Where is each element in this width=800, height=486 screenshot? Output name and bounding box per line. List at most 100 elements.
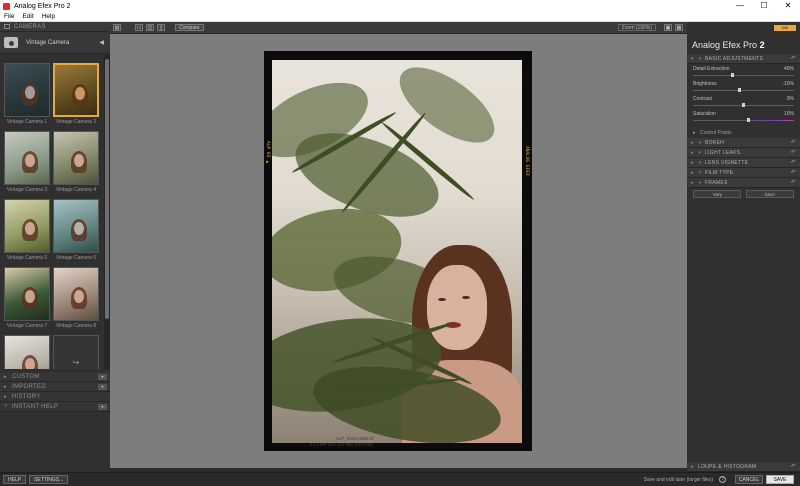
slider-handle[interactable] — [742, 103, 745, 107]
app-title: Analog Efex Pro 2 — [692, 40, 765, 50]
section-custom[interactable]: ▸ CUSTOM ▾ — [0, 372, 110, 382]
scrollbar-thumb[interactable] — [105, 59, 109, 319]
image-canvas[interactable]: ALP 03 ▶ ANALOG EFEX ALP_0333-0480.tif 2… — [110, 34, 687, 468]
cancel-button[interactable]: CANCEL — [735, 475, 763, 484]
preset-thumbnail[interactable]: Vintage Camera 1 — [4, 63, 50, 125]
preset-thumbnail-selected[interactable]: Vintage Camera 2 — [53, 63, 99, 125]
zoom-select[interactable]: Zoom (100%) — [617, 24, 656, 31]
left-sections: ▸ CUSTOM ▾ ▸ IMPORTED ▾ ▸ HISTORY ? INST… — [0, 372, 110, 412]
maximize-button[interactable]: ☐ — [752, 0, 776, 12]
save-note: Save and edit later (larger files) — [643, 476, 713, 483]
help-button[interactable]: HELP — [3, 475, 27, 484]
camera-icon — [4, 37, 18, 48]
enable-check-icon[interactable]: ✓ — [698, 180, 705, 186]
loupe-section: ▸ LOUPE & HISTOGRAM ↶ — [687, 462, 800, 472]
reset-icon[interactable]: ↶ — [791, 463, 796, 470]
save-button[interactable]: SAVE — [766, 475, 794, 484]
menu-bar: File Edit Help — [0, 12, 800, 22]
reset-icon[interactable]: ↶ — [791, 55, 796, 62]
enable-check-icon[interactable]: ✓ — [698, 56, 705, 62]
save-frame-button[interactable]: Save — [745, 190, 794, 198]
slider-handle[interactable] — [738, 88, 741, 92]
menu-edit[interactable]: Edit — [22, 13, 33, 20]
menu-help[interactable]: Help — [42, 13, 55, 20]
section-lens-vignette[interactable]: ▸ ✓ LENS VIGNETTE ↶ — [687, 158, 800, 168]
side-by-side-icon[interactable]: ▯ — [157, 24, 165, 31]
slider-contrast[interactable]: Contrast 0% — [687, 94, 800, 109]
preview-image — [272, 60, 522, 443]
settings-button[interactable]: SETTINGS... — [29, 475, 69, 484]
chevron-right-icon: ▸ — [691, 139, 694, 146]
slider-handle[interactable] — [747, 118, 750, 122]
chevron-left-icon[interactable]: ◀ — [99, 39, 104, 46]
vary-button[interactable]: Vary — [693, 190, 742, 198]
image-caption: ALP_0333-0480.tif 24.2 MP ISO 100 NIK KA… — [310, 436, 373, 447]
section-film-type[interactable]: ▸ ✓ FILM TYPE ↶ — [687, 168, 800, 178]
preset-thumbnail[interactable]: Vintage Camera 8 — [53, 267, 99, 329]
help-icon: ? — [4, 403, 8, 410]
chevron-right-icon: ▸ — [691, 463, 694, 470]
close-button[interactable]: ✕ — [776, 0, 800, 12]
bottom-bar: HELP SETTINGS... Save and edit later (la… — [0, 472, 800, 486]
split-view-icon[interactable]: ◫ — [146, 24, 154, 31]
preset-grid: Vintage Camera 1 Vintage Camera 2 Vintag… — [0, 55, 104, 369]
section-imported[interactable]: ▸ IMPORTED ▾ — [0, 382, 110, 392]
slider-handle[interactable] — [731, 73, 734, 77]
add-preset-icon: ↪ — [53, 335, 99, 369]
film-edge-code-left: ALP 03 ▶ — [265, 141, 270, 165]
nik-logo: NIK COLLECTION — [774, 25, 800, 36]
preset-thumbnail[interactable]: Vintage Camera 3 — [4, 131, 50, 193]
section-history[interactable]: ▸ HISTORY — [0, 392, 110, 402]
film-edge-code-right: ANALOG EFEX — [524, 146, 529, 176]
menu-file[interactable]: File — [4, 13, 14, 20]
enable-check-icon[interactable]: ✓ — [698, 170, 705, 176]
reset-icon[interactable]: ↶ — [791, 139, 796, 146]
section-menu-button[interactable]: ▾ — [98, 373, 107, 380]
brand-header: NIK COLLECTION Analog Efex Pro 2 — [687, 22, 800, 54]
compare-button[interactable]: Compare — [175, 24, 204, 31]
preset-thumbnail[interactable]: Vintage Camera 4 — [53, 131, 99, 193]
reset-icon[interactable]: ↶ — [791, 159, 796, 166]
preset-thumbnail[interactable] — [4, 335, 50, 369]
section-menu-button[interactable]: ▾ — [98, 383, 107, 390]
section-basic-adjustments[interactable]: ▾ ✓ BASIC ADJUSTMENTS ↶ — [687, 54, 800, 64]
background-color-icon[interactable]: ▣ — [664, 24, 672, 31]
chevron-right-icon: ▸ — [691, 159, 694, 166]
chevron-right-icon: ▸ — [691, 149, 694, 156]
control-points-toggle[interactable]: ▸ Control Points — [687, 128, 800, 138]
info-icon[interactable]: ? — [719, 476, 726, 483]
section-instant-help[interactable]: ? INSTANT HELP ▾ — [0, 402, 110, 412]
camera-selector[interactable]: Vintage Camera ◀ — [0, 32, 110, 54]
slider-saturation[interactable]: Saturation 10% — [687, 109, 800, 124]
reset-icon[interactable]: ↶ — [791, 169, 796, 176]
reset-icon[interactable]: ↶ — [791, 149, 796, 156]
slider-detail-extraction[interactable]: Detail Extraction 40% — [687, 64, 800, 79]
title-bar: Analog Efex Pro 2 — ☐ ✕ — [0, 0, 800, 12]
enable-check-icon[interactable]: ✓ — [698, 150, 705, 156]
preset-thumbnail[interactable]: Vintage Camera 6 — [53, 199, 99, 261]
section-loupe-histogram[interactable]: ▸ LOUPE & HISTOGRAM ↶ — [687, 462, 800, 472]
cameras-header[interactable]: CAMERAS — [0, 22, 110, 32]
right-panel: NIK COLLECTION Analog Efex Pro 2 ▾ ✓ BAS… — [687, 22, 800, 472]
preview-toolbar: ▤ ▭ ◫ ▯ Compare Zoom (100%) ▣ ▦ — [110, 22, 687, 34]
chevron-right-icon: ▸ — [4, 383, 7, 390]
minimize-button[interactable]: — — [728, 0, 752, 12]
section-bokeh[interactable]: ▸ ✓ BOKEH ↶ — [687, 138, 800, 148]
reset-icon[interactable]: ↶ — [791, 179, 796, 186]
chevron-right-icon: ▸ — [4, 373, 7, 380]
section-frames[interactable]: ▸ ✓ FRAMES ↶ — [687, 178, 800, 188]
enable-check-icon[interactable]: ✓ — [698, 140, 705, 146]
preset-thumbnail[interactable]: Vintage Camera 5 — [4, 199, 50, 261]
chevron-down-icon: ▾ — [691, 55, 694, 62]
single-view-icon[interactable]: ▭ — [135, 24, 143, 31]
section-menu-button[interactable]: ▾ — [98, 403, 107, 410]
section-light-leaks[interactable]: ▸ ✓ LIGHT LEAKS ↶ — [687, 148, 800, 158]
chevron-right-icon: ▸ — [4, 393, 7, 400]
frames-actions: Vary Save — [687, 188, 800, 200]
enable-check-icon[interactable]: ✓ — [698, 160, 705, 166]
preview-settings-icon[interactable]: ▦ — [675, 24, 683, 31]
panel-toggle-icon[interactable]: ▤ — [113, 24, 121, 31]
add-preset-slot[interactable]: ↪ — [53, 335, 99, 369]
slider-brightness[interactable]: Brightness -10% — [687, 79, 800, 94]
preset-thumbnail[interactable]: Vintage Camera 7 — [4, 267, 50, 329]
